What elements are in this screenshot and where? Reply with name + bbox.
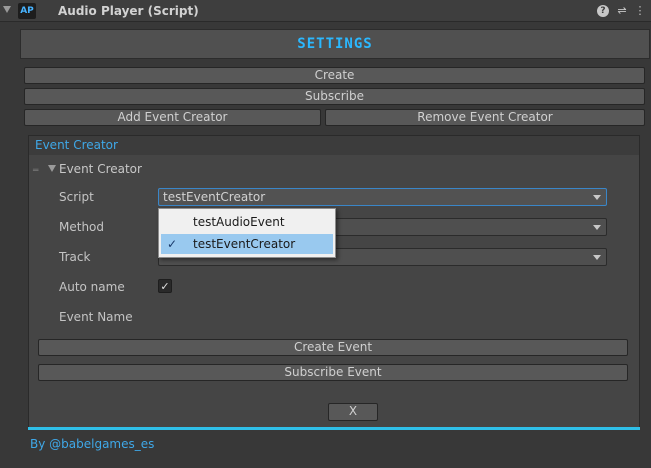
chevron-down-icon bbox=[593, 255, 601, 260]
component-title: Audio Player (Script) bbox=[58, 4, 199, 18]
script-icon: AP bbox=[18, 3, 36, 19]
section-foldout-icon[interactable] bbox=[48, 165, 56, 172]
preset-icon[interactable]: ⇌ bbox=[615, 4, 629, 18]
inspector-gutter bbox=[0, 22, 20, 468]
auto-name-checkbox[interactable]: ✓ bbox=[158, 279, 172, 293]
script-dropdown[interactable]: testEventCreator bbox=[158, 188, 607, 206]
settings-banner: SETTINGS bbox=[20, 29, 650, 59]
add-event-creator-button[interactable]: Add Event Creator bbox=[24, 109, 321, 126]
chevron-down-icon bbox=[593, 195, 601, 200]
track-label: Track bbox=[59, 250, 91, 264]
auto-name-label: Auto name bbox=[59, 280, 125, 294]
foldout-arrow-icon[interactable] bbox=[3, 6, 11, 13]
author-credit[interactable]: By @babelgames_es bbox=[30, 437, 154, 451]
drag-handle-icon[interactable]: ═ bbox=[33, 166, 38, 176]
script-value: testEventCreator bbox=[163, 190, 266, 204]
close-event-creator-button[interactable]: X bbox=[328, 403, 378, 421]
method-label: Method bbox=[59, 220, 105, 234]
script-label: Script bbox=[59, 190, 94, 204]
subscribe-button[interactable]: Subscribe bbox=[24, 88, 645, 105]
panel-accent-bar bbox=[28, 427, 640, 430]
event-name-label: Event Name bbox=[59, 310, 133, 324]
menu-item-test-audio-event[interactable]: testAudioEvent bbox=[161, 212, 333, 232]
event-creator-panel-header: Event Creator bbox=[28, 135, 640, 155]
menu-icon[interactable]: ⋮ bbox=[633, 4, 647, 18]
checkmark-icon: ✓ bbox=[167, 237, 178, 251]
create-button[interactable]: Create bbox=[24, 67, 645, 84]
settings-title: SETTINGS bbox=[297, 36, 373, 52]
event-creator-panel-title: Event Creator bbox=[35, 138, 118, 152]
menu-item-label: testAudioEvent bbox=[193, 215, 285, 229]
remove-event-creator-button[interactable]: Remove Event Creator bbox=[325, 109, 645, 126]
create-event-button[interactable]: Create Event bbox=[38, 339, 628, 356]
event-creator-section-title[interactable]: Event Creator bbox=[59, 162, 142, 176]
script-dropdown-menu: testAudioEvent ✓ testEventCreator bbox=[158, 208, 336, 258]
chevron-down-icon bbox=[593, 225, 601, 230]
menu-item-label: testEventCreator bbox=[193, 237, 296, 251]
menu-item-test-event-creator[interactable]: ✓ testEventCreator bbox=[161, 234, 333, 254]
subscribe-event-button[interactable]: Subscribe Event bbox=[38, 364, 628, 381]
help-icon[interactable]: ? bbox=[597, 5, 609, 17]
